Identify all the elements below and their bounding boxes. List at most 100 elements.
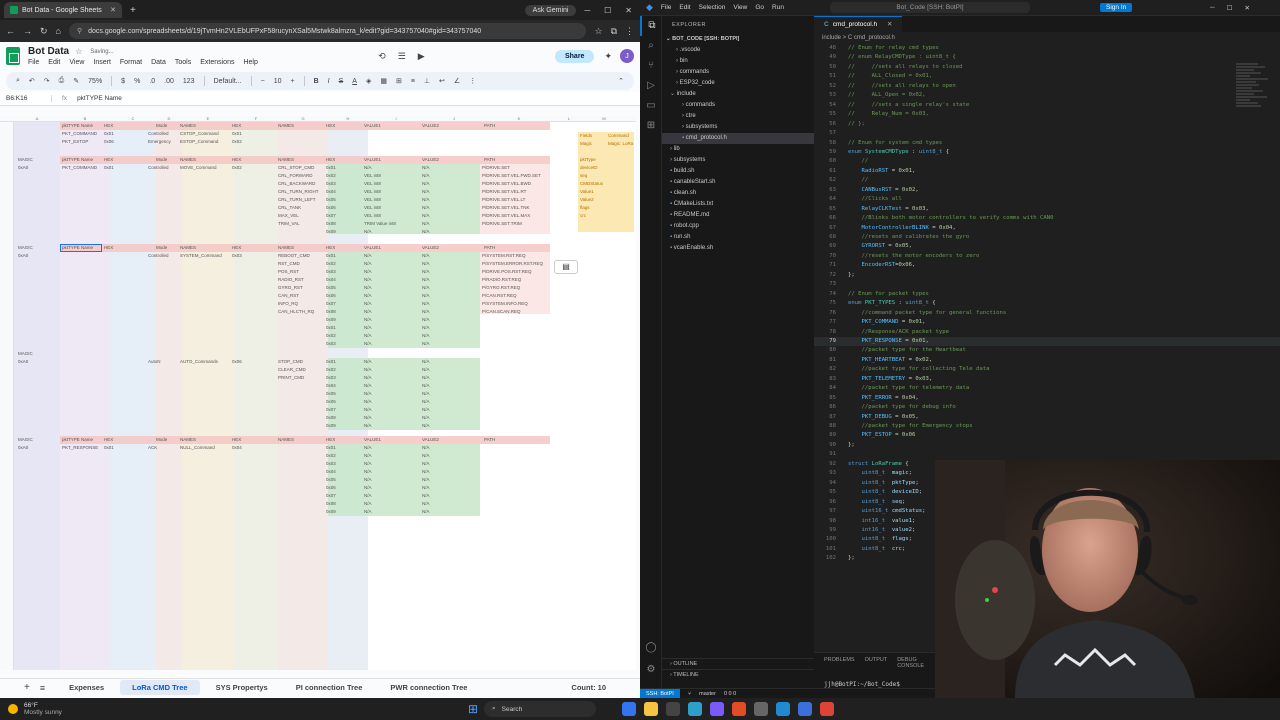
hdr-hex3[interactable]: HEX [326,122,335,130]
cell-resp-hex[interactable]: 0x05 [326,476,336,484]
cell-ack[interactable]: ACK [148,444,157,452]
cell-resp-hex[interactable]: 0x06 [326,484,336,492]
percent-button[interactable]: % [134,78,140,85]
number-format-button[interactable]: 123 [183,78,195,85]
hdr-hex[interactable]: HEX [326,156,335,164]
col-l[interactable]: L [554,116,584,121]
cell-resp-value1[interactable]: N/A [364,444,372,452]
cell-field-item[interactable]: crc [580,212,586,220]
cell-sys-hex[interactable]: 0x03 [326,340,336,348]
cell-sys-path[interactable]: P/RADIO.RST.REQ [482,276,521,284]
cell-mode[interactable]: Controlled [148,130,169,138]
cell-drive-value2[interactable]: N/A [422,180,430,188]
cell-hex[interactable]: 0x01 [104,164,114,172]
cell-auto-value1[interactable]: N/A [364,398,372,406]
hdr-pkttype[interactable]: pktTYPE Name [62,436,93,444]
text-color-button[interactable]: A [352,78,357,85]
merge-icon[interactable]: ⊞ [396,77,402,85]
tree-file[interactable]: ▪ clean.sh [662,188,814,199]
workspace-root[interactable]: ⌄ BOT_CODE [SSH: BOTPI] [662,34,814,45]
cell-sys-path[interactable]: P/CAN.RST.REQ [482,292,517,300]
cell-auto-value1[interactable]: N/A [364,422,372,430]
cell-drive-path[interactable]: P/DRIVE.SET.VEL.TNK [482,204,530,212]
cell-resp-value1[interactable]: N/A [364,484,372,492]
hdr-names2[interactable]: NAMES [278,122,294,130]
cell-hex[interactable]: 0x01 [104,130,114,138]
col-f[interactable]: F [234,116,278,121]
cell-auto-value2[interactable]: N/A [422,358,430,366]
hdr-value2[interactable]: VALUE2 [422,436,439,444]
hdr-path[interactable]: PATH [484,436,495,444]
tab-pi-connection-tree[interactable]: PI connection Tree [284,680,375,695]
cell-field-item[interactable]: flags [580,204,590,212]
italic-button[interactable]: I [328,78,330,85]
hdr-mode[interactable]: Mode [156,156,167,164]
cell-auto-value2[interactable]: N/A [422,414,430,422]
code-line[interactable]: 55 // Relay_Num = 0x03, [814,110,1280,119]
cell-drive-value2[interactable]: N/A [422,220,430,228]
minimize-icon[interactable]: ─ [584,6,590,15]
code-line[interactable]: 77 PKT_COMMAND = 0x01, [814,318,1280,327]
menu-insert[interactable]: Insert [93,59,111,66]
code-line[interactable]: 66 //Blinks both motor controllers to ve… [814,214,1280,223]
hdr-mode[interactable]: Mode [156,436,167,444]
col-m[interactable]: M [584,116,624,121]
col-i[interactable]: I [368,116,424,121]
new-tab-button[interactable]: + [130,5,136,16]
hdr-path[interactable]: PATH [484,122,495,130]
menu-view[interactable]: View [733,4,747,11]
file-explorer-icon[interactable] [644,702,658,716]
cell-auto-value2[interactable]: N/A [422,406,430,414]
cell-magic-lora[interactable]: Magic: LoRa [608,140,633,148]
cell-drive-name[interactable]: CRL_TURN_RIGHT [278,188,319,196]
cell-resp-value1[interactable]: N/A [364,460,372,468]
ask-gemini-button[interactable]: Ask Gemini [524,4,577,16]
cell-sys-value1[interactable]: N/A [364,268,372,276]
cell-pkt-command[interactable]: PKT_COMMAND [62,164,97,172]
code-line[interactable]: 63 CANBusRST = 0x02, [814,186,1280,195]
vscode-icon[interactable] [776,702,790,716]
code-line[interactable]: 75 enum PKT_TYPES : uint8_t { [814,299,1280,308]
code-line[interactable]: 67 MotorControllerBLINK = 0x04, [814,224,1280,233]
bold-button[interactable]: B [314,78,319,85]
cell-drive-value1[interactable]: TRIM Value int8 [364,220,396,228]
code-line[interactable]: 52 // //sets all relays to open [814,82,1280,91]
hdr-hex2[interactable]: HEX [232,122,241,130]
menu-file[interactable]: File [661,4,671,11]
code-line[interactable]: 81 PKT_HEARTBEAT = 0x02, [814,356,1280,365]
col-a[interactable]: A [14,116,60,121]
cell-resp-value2[interactable]: N/A [422,500,430,508]
url-field[interactable]: ⚲ docs.google.com/spreadsheets/d/19jTvmH… [68,23,587,39]
cell-drive-value1[interactable]: VEL int8 [364,188,381,196]
cell-sys-value2[interactable]: N/A [422,324,430,332]
tree-folder[interactable]: › commands [662,67,814,78]
wrap-icon[interactable]: ↩ [439,77,445,85]
tab-sys-propertys[interactable]: SYS Propertys [204,680,280,695]
font-size-decrease[interactable]: − [261,78,265,85]
redo-icon[interactable]: ↷ [44,77,50,85]
cell-drive-path[interactable]: P/DRIVE.SET.VEL.FWD.SET [482,172,541,180]
cell-auto-name[interactable]: PRINT_CMD [278,374,304,382]
cell-drive-value2[interactable]: N/A [422,228,430,236]
code-line[interactable]: 82 //packet type for collecting Tele dat… [814,365,1280,374]
cell-drive-hex[interactable]: 0x03 [326,180,336,188]
code-line[interactable]: 64 //Clicks all [814,195,1280,204]
code-line[interactable]: 53 // ALL_Open = 0x02, [814,91,1280,100]
hdr-hex[interactable]: HEX [232,436,241,444]
extensions-icon[interactable]: ⧉ [611,26,617,37]
site-info-icon[interactable]: ⚲ [77,27,82,35]
hdr-pkttype[interactable]: pktTYPE Name [62,244,93,252]
command-center-search[interactable]: Bot_Code [SSH: BotPI] [830,2,1030,13]
minimize-icon[interactable]: ─ [1210,4,1215,12]
code-line[interactable]: 70 //resets the motor encoders to zero [814,252,1280,261]
hdr-value2[interactable]: VALUE2 [422,244,439,252]
cell-auto-hex[interactable]: 0x04 [326,382,336,390]
menu-data[interactable]: Data [151,59,166,66]
close-window-icon[interactable]: ✕ [1244,4,1249,12]
code-line[interactable]: 79 PKT_RESPONSE = 0x01, [814,336,1280,347]
rotate-icon[interactable]: ∠ [454,77,460,85]
cell-auto-hex[interactable]: 0x07 [326,406,336,414]
tree-folder[interactable]: › ESP32_code [662,78,814,89]
cell-hex[interactable]: 0x01 [232,130,242,138]
code-line[interactable]: 74 // Enum for packet types [814,290,1280,299]
